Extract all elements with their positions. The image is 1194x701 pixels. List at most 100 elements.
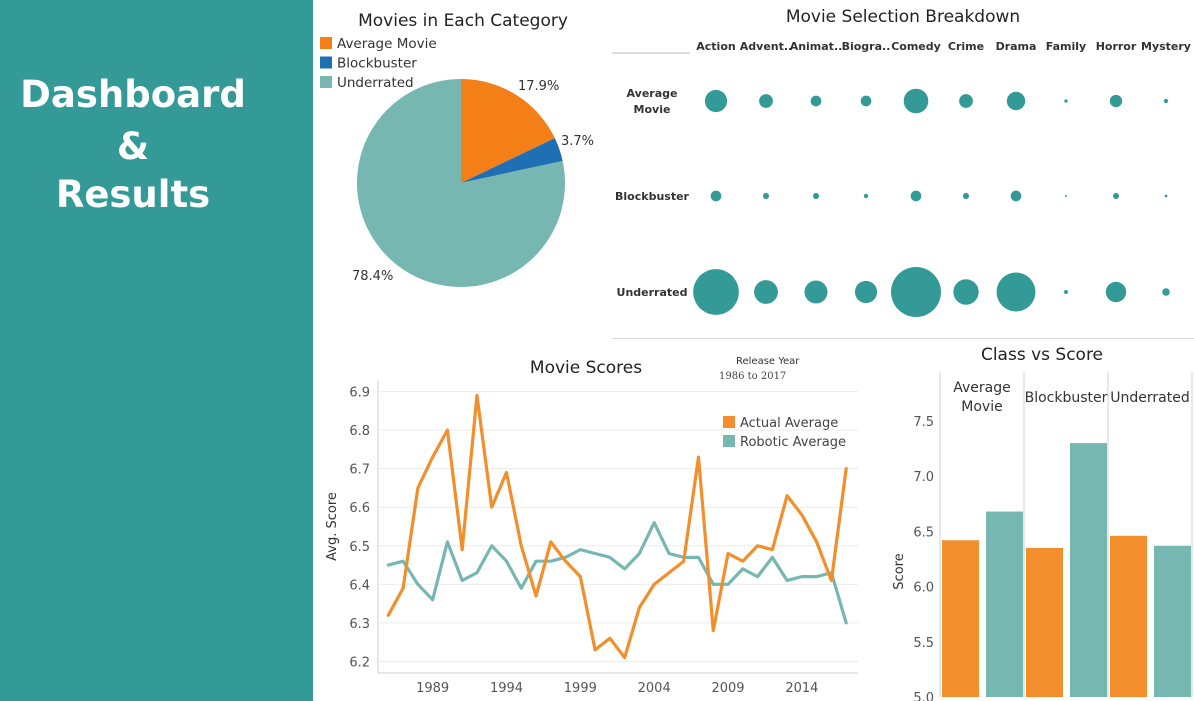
bubble-mark[interactable] xyxy=(962,192,970,200)
bubble-mark[interactable] xyxy=(854,280,878,304)
x-tick-label: 2014 xyxy=(785,681,818,696)
pie-panel: Movies in Each Category 17.9% 3.7% 78.4% Av… xyxy=(316,0,610,335)
category-label: Movie xyxy=(961,399,1002,415)
line-chart[interactable]: 6.2 6.3 6.4 6.5 6.6 6.7 6.8 6.9 1989 1994 1999 2004… xyxy=(316,340,862,701)
column-header: Mystery xyxy=(1141,40,1191,53)
bubble-mark[interactable] xyxy=(1164,194,1168,198)
bar[interactable] xyxy=(942,540,979,697)
bubble-mark[interactable] xyxy=(804,280,828,304)
bubble-mark[interactable] xyxy=(1064,99,1068,103)
legend-label: Actual Average xyxy=(740,416,838,431)
bubble-mark[interactable] xyxy=(1109,94,1123,108)
bubble-mark[interactable] xyxy=(1112,192,1120,200)
bubble-mark[interactable] xyxy=(1105,281,1127,303)
bubble-mark[interactable] xyxy=(1162,288,1170,296)
bubble-mark[interactable] xyxy=(953,279,979,305)
column-header: Comedy xyxy=(891,40,941,53)
row-header: Average xyxy=(627,87,678,100)
bar-panel: Class vs Score Average Movie Blockbuster Un… xyxy=(862,340,1194,701)
bubble-mark[interactable] xyxy=(860,95,872,107)
x-tick-label: 1994 xyxy=(490,681,523,696)
y-tick-label: 6.5 xyxy=(913,525,934,540)
y-tick-label: 6.9 xyxy=(349,386,370,401)
bubble-panel: Movie Selection Breakdown Action Advent..… xyxy=(612,0,1194,338)
legend-label: Blockbuster xyxy=(337,56,417,72)
y-axis-label: Score xyxy=(892,553,907,589)
bubble-mark[interactable] xyxy=(759,94,773,108)
column-header: Drama xyxy=(996,40,1037,53)
y-tick-label: 6.0 xyxy=(913,581,934,596)
bar[interactable] xyxy=(986,511,1023,697)
bubble-mark[interactable] xyxy=(710,190,722,202)
legend-swatch xyxy=(320,76,332,88)
y-tick-label: 6.6 xyxy=(349,501,370,516)
bubble-mark[interactable] xyxy=(910,190,922,202)
sidebar: Dashboard & Results xyxy=(0,0,313,701)
bar[interactable] xyxy=(1026,547,1063,697)
row-header: Movie xyxy=(634,103,671,116)
sidebar-title-ampersand: & xyxy=(116,125,150,168)
bubble-mark[interactable] xyxy=(762,192,770,200)
y-tick-label: 5.5 xyxy=(913,636,934,651)
pie-slice-label: 3.7% xyxy=(561,134,594,149)
y-tick-label: 6.5 xyxy=(349,540,370,555)
bubble-mark[interactable] xyxy=(996,272,1036,312)
bubble-mark[interactable] xyxy=(704,89,728,113)
line-panel: Movie Scores Release Year 1986 to 2017 6… xyxy=(316,340,862,701)
bubble-mark[interactable] xyxy=(1010,190,1022,202)
legend-swatch xyxy=(723,435,735,447)
bubble-mark[interactable] xyxy=(1064,290,1068,294)
x-tick-label: 1989 xyxy=(416,681,449,696)
bar[interactable] xyxy=(1110,535,1147,697)
y-axis-label: Avg. Score xyxy=(325,492,340,561)
column-header: Advent.. xyxy=(740,40,792,53)
category-label: Blockbuster xyxy=(1025,390,1108,406)
bubble-mark[interactable] xyxy=(959,94,973,108)
legend-label: Average Movie xyxy=(337,36,437,52)
bubble-mark[interactable] xyxy=(754,280,778,304)
y-tick-label: 7.5 xyxy=(913,415,934,430)
bar[interactable] xyxy=(1070,443,1107,697)
y-tick-label: 6.8 xyxy=(349,424,370,439)
y-tick-label: 6.4 xyxy=(349,578,370,593)
pie-slice-label: 17.9% xyxy=(518,79,559,94)
legend-label: Underrated xyxy=(337,75,414,91)
bubble-mark[interactable] xyxy=(863,193,869,199)
bubble-mark[interactable] xyxy=(891,267,941,317)
y-tick-label: 6.7 xyxy=(349,463,370,478)
x-tick-label: 1999 xyxy=(564,681,597,696)
bubble-mark[interactable] xyxy=(1006,91,1026,111)
bubble-mark[interactable] xyxy=(1065,195,1067,197)
pie-chart[interactable]: 17.9% 3.7% 78.4% Average Movie Blockbuster Un… xyxy=(316,0,610,335)
y-tick-label: 6.3 xyxy=(349,617,370,632)
bubble-chart[interactable]: Action Advent..Animat.. Biogra.. Comedy Crim… xyxy=(612,0,1194,338)
x-tick-label: 2009 xyxy=(711,681,744,696)
bubble-mark[interactable] xyxy=(812,192,820,200)
bubble-mark[interactable] xyxy=(810,95,822,107)
column-header: Crime xyxy=(948,40,984,53)
sidebar-title-line1: Dashboard xyxy=(20,73,246,116)
legend-swatch xyxy=(723,416,735,428)
legend-swatch xyxy=(320,56,332,69)
category-label: Underrated xyxy=(1110,390,1189,406)
legend-label: Robotic Average xyxy=(740,435,846,450)
column-header: Biogra.. xyxy=(842,40,891,53)
x-tick-label: 2004 xyxy=(638,681,671,696)
y-tick-label: 7.0 xyxy=(913,470,934,485)
y-tick-label: 6.2 xyxy=(349,655,370,670)
bubble-mark[interactable] xyxy=(693,269,739,315)
column-header: Family xyxy=(1046,40,1086,53)
bar[interactable] xyxy=(1154,545,1191,697)
series-line[interactable] xyxy=(386,521,848,625)
column-header: Action xyxy=(696,40,735,53)
bubble-mark[interactable] xyxy=(903,88,929,114)
row-header: Underrated xyxy=(617,286,688,299)
legend-swatch xyxy=(320,37,332,49)
panel-divider xyxy=(612,338,1194,339)
category-label: Average xyxy=(953,380,1011,396)
row-header: Blockbuster xyxy=(615,190,690,203)
bar-chart[interactable]: Average Movie Blockbuster Underrated 7.5 7.0 6… xyxy=(862,340,1194,701)
sidebar-title-line3: Results xyxy=(55,173,211,216)
bubble-mark[interactable] xyxy=(1163,98,1169,104)
y-tick-label: 5.0 xyxy=(913,691,934,701)
